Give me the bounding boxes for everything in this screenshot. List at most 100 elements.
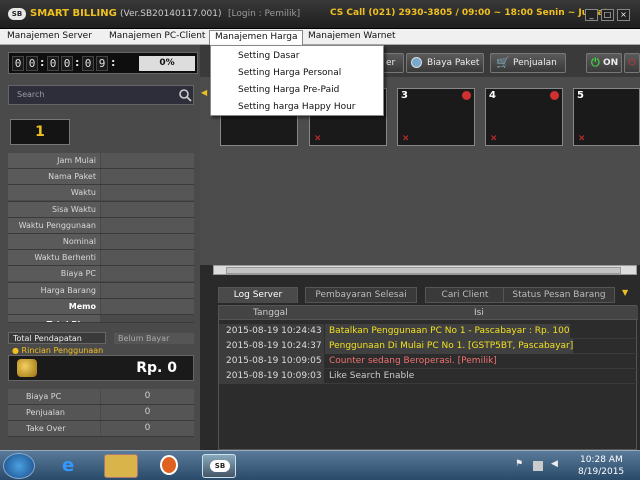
info-label: Nominal	[8, 233, 100, 249]
tab-total-pendapatan[interactable]: Total Pendapatan	[8, 332, 106, 344]
total-amount: Rp. 0	[136, 360, 177, 376]
smart-billing-taskbar-icon[interactable]: SB	[202, 454, 236, 478]
info-label: Waktu Penggunaan	[8, 217, 100, 233]
info-value	[101, 217, 194, 233]
search-icon[interactable]	[178, 88, 192, 102]
summary-value: 0	[101, 405, 194, 420]
cart-icon: 🛒	[496, 56, 510, 69]
chevron-left-icon[interactable]: ◀	[201, 88, 209, 97]
info-label: Harga Barang	[8, 282, 100, 298]
timer-digit: 0	[82, 56, 94, 71]
log-row[interactable]: 2015-08-19 10:09:03 Like Search Enable	[219, 369, 638, 384]
media-player-icon[interactable]	[152, 454, 186, 478]
revenue-tabs: Total Pendapatan Belum Bayar	[8, 332, 198, 344]
info-row: Biaya PC	[8, 266, 194, 283]
menu-item-setting-harga-happy-hour[interactable]: Setting harga Happy Hour	[238, 101, 356, 113]
status-icon	[550, 91, 559, 100]
timer-digit: 0	[12, 56, 24, 71]
minimize-button[interactable]: _	[585, 9, 598, 21]
info-value	[101, 233, 194, 249]
windows-taskbar: e SB ⚑ ◀ 10:28 AM 8/19/2015	[0, 450, 640, 480]
file-explorer-icon[interactable]	[104, 454, 138, 478]
maximize-button[interactable]: □	[601, 9, 614, 21]
info-label: Waktu Berhenti	[8, 250, 100, 266]
tab-cari-client[interactable]: Cari Client	[425, 287, 505, 303]
biaya-paket-button[interactable]: Biaya Paket	[406, 53, 484, 73]
pc-info-table: Jam Mulai Nama Paket Waktu Sisa Waktu Wa…	[8, 153, 194, 323]
close-button[interactable]: ×	[617, 9, 630, 21]
clock-icon	[411, 57, 422, 68]
menu-item-setting-harga-personal[interactable]: Setting Harga Personal	[238, 67, 341, 79]
clock-date[interactable]: 8/19/2015	[578, 467, 624, 477]
app-logo: SB	[8, 8, 26, 20]
log-info: Batalkan Penggunaan PC No 1 - Pascabayar…	[325, 324, 570, 339]
info-row: Total Biaya	[8, 314, 194, 323]
log-date: 2015-08-19 10:24:37	[219, 339, 324, 354]
info-row: Waktu Berhenti	[8, 250, 194, 267]
log-date: 2015-08-19 10:09:03	[219, 369, 324, 384]
penjualan-button[interactable]: 🛒 Penjualan	[490, 53, 566, 73]
offline-x-icon: ✕	[314, 134, 322, 144]
timer-digit: 9	[96, 56, 108, 71]
clock-time[interactable]: 10:28 AM	[580, 455, 623, 465]
tab-log-server[interactable]: Log Server	[218, 287, 298, 303]
pc-tile[interactable]: 3 ✕	[397, 88, 475, 146]
flag-icon[interactable]: ⚑	[515, 459, 525, 469]
chevron-down-icon[interactable]: ▼	[622, 288, 628, 297]
internet-explorer-icon[interactable]: e	[54, 454, 88, 478]
toolbar-button-partial[interactable]: er	[382, 53, 404, 73]
info-label: Total Biaya	[8, 314, 100, 322]
menu-manajemen-server[interactable]: Manajemen Server	[2, 30, 97, 44]
timer-digit: 0	[47, 56, 59, 71]
app-version: (Ver.SB20140117.001)	[120, 9, 222, 19]
summary-value: 0	[101, 389, 194, 404]
title-bar: SB SMART BILLING (Ver.SB20140117.001) [L…	[0, 0, 640, 29]
log-info: Counter sedang Beroperasi. [Pemilik]	[329, 356, 497, 366]
status-icon	[462, 91, 471, 100]
scrollbar-thumb[interactable]	[226, 267, 621, 274]
app-name: SMART BILLING	[30, 8, 117, 19]
cs-call-info: CS Call (021) 2930-3805 / 09:00 ~ 18:00 …	[330, 8, 608, 18]
tab-pembayaran-selesai[interactable]: Pembayaran Selesai	[305, 287, 417, 303]
timer-colon: :	[40, 56, 45, 69]
info-row: Nominal	[8, 233, 194, 251]
menu-manajemen-harga[interactable]: Manajemen Harga	[209, 30, 304, 46]
volume-icon[interactable]: ◀	[551, 459, 561, 469]
power-off-button[interactable]: ⏻	[624, 53, 640, 73]
log-row[interactable]: 2015-08-19 10:09:05 Counter sedang Berop…	[219, 354, 638, 369]
horizontal-scrollbar[interactable]	[213, 265, 637, 275]
menu-manajemen-warnet[interactable]: Manajemen Warnet	[303, 30, 401, 44]
selected-pc-number: 1	[10, 119, 70, 145]
menu-manajemen-pc-client[interactable]: Manajemen PC-Client	[104, 30, 210, 44]
info-label: Jam Mulai	[8, 153, 100, 168]
info-row: Waktu Penggunaan	[8, 217, 194, 234]
log-row[interactable]: 2015-08-19 10:24:43 Batalkan Penggunaan …	[219, 324, 638, 339]
pc-tile[interactable]: 4 ✕	[485, 88, 563, 146]
menu-item-setting-harga-pre-paid[interactable]: Setting Harga Pre-Paid	[238, 84, 339, 96]
login-info: [Login : Pemilik]	[228, 9, 301, 19]
tab-status-pesan-barang[interactable]: Status Pesan Barang	[503, 287, 615, 303]
memo-field[interactable]	[101, 298, 194, 314]
on-button[interactable]: ⏻ ON	[586, 53, 622, 73]
info-value	[101, 250, 194, 266]
info-row: Sisa Waktu	[8, 201, 194, 218]
log-row[interactable]: 2015-08-19 10:24:37 Penggunaan Di Mulai …	[219, 339, 638, 354]
log-date: 2015-08-19 10:24:43	[219, 324, 324, 339]
info-row: Jam Mulai	[8, 153, 194, 170]
pc-number: 3	[401, 90, 408, 101]
summary-value: 0	[101, 421, 194, 436]
start-button[interactable]	[3, 453, 35, 479]
biaya-paket-label: Biaya Paket	[427, 58, 480, 68]
pc-tile[interactable]: 5 ✕	[573, 88, 640, 146]
offline-x-icon: ✕	[402, 134, 410, 144]
timer-display: 0 0 : 0 0 : 0 9 : 0%	[8, 52, 198, 74]
summary-row: Penjualan 0	[8, 405, 194, 421]
manajemen-harga-dropdown: Setting Dasar Setting Harga Personal Set…	[210, 45, 384, 116]
network-icon[interactable]	[533, 461, 543, 471]
info-value	[101, 282, 194, 298]
tab-belum-bayar[interactable]: Belum Bayar	[114, 333, 194, 344]
pc-number: 5	[577, 90, 584, 101]
menu-bar: Manajemen Server Manajemen PC-Client Man…	[0, 29, 640, 46]
search-input[interactable]	[56, 88, 176, 102]
menu-item-setting-dasar[interactable]: Setting Dasar	[238, 50, 299, 62]
